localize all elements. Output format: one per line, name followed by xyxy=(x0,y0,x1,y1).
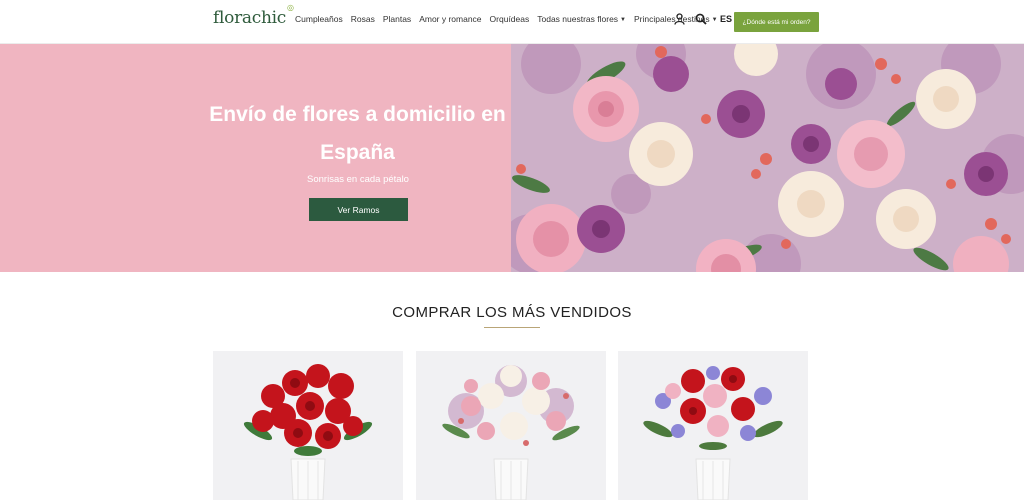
nav-item-cumpleanos[interactable]: Cumpleaños xyxy=(295,14,343,24)
nav-item-orquideas[interactable]: Orquídeas xyxy=(490,14,530,24)
product-card-red-purple[interactable] xyxy=(618,351,808,500)
product-image xyxy=(618,351,808,500)
product-image xyxy=(213,351,403,500)
bestsellers-title: COMPRAR LOS MÁS VENDIDOS xyxy=(392,304,632,321)
product-card-pastel-mix[interactable] xyxy=(416,351,606,500)
nav-item-plantas[interactable]: Plantas xyxy=(383,14,411,24)
main-nav: Cumpleaños Rosas Plantas Amor y romance … xyxy=(295,14,718,24)
user-icon[interactable] xyxy=(672,12,686,26)
nav-item-amor-romance[interactable]: Amor y romance xyxy=(419,14,481,24)
title-divider xyxy=(484,327,540,328)
language-label: ES xyxy=(720,14,733,24)
logo[interactable]: florachic◎ xyxy=(213,3,294,28)
order-tracking-button[interactable]: ¿Dónde está mi orden? xyxy=(734,12,819,32)
hero-subtitle: Sonrisas en cada pétalo xyxy=(307,174,409,185)
product-image xyxy=(416,351,606,500)
view-bouquets-button[interactable]: Ver Ramos xyxy=(309,198,408,221)
nav-item-todas-flores-label: Todas nuestras flores xyxy=(537,14,619,24)
hero-title: Envío de flores a domicilio en España xyxy=(200,96,515,172)
hero-title-line2: España xyxy=(320,141,395,164)
logo-text: florachic xyxy=(213,8,286,28)
search-icon[interactable] xyxy=(694,12,708,26)
nav-item-rosas[interactable]: Rosas xyxy=(351,14,375,24)
product-card-red-roses[interactable] xyxy=(213,351,403,500)
chevron-down-icon: ▼ xyxy=(620,17,626,23)
nav-item-todas-flores[interactable]: Todas nuestras flores ▼ xyxy=(537,14,626,24)
hero-flowers-image xyxy=(511,44,1024,272)
hero-title-line1: Envío de flores a domicilio en xyxy=(209,103,506,126)
site-header: florachic◎ Cumpleaños Rosas Plantas Amor… xyxy=(0,0,1024,44)
logo-mark-icon: ◎ xyxy=(286,3,294,13)
